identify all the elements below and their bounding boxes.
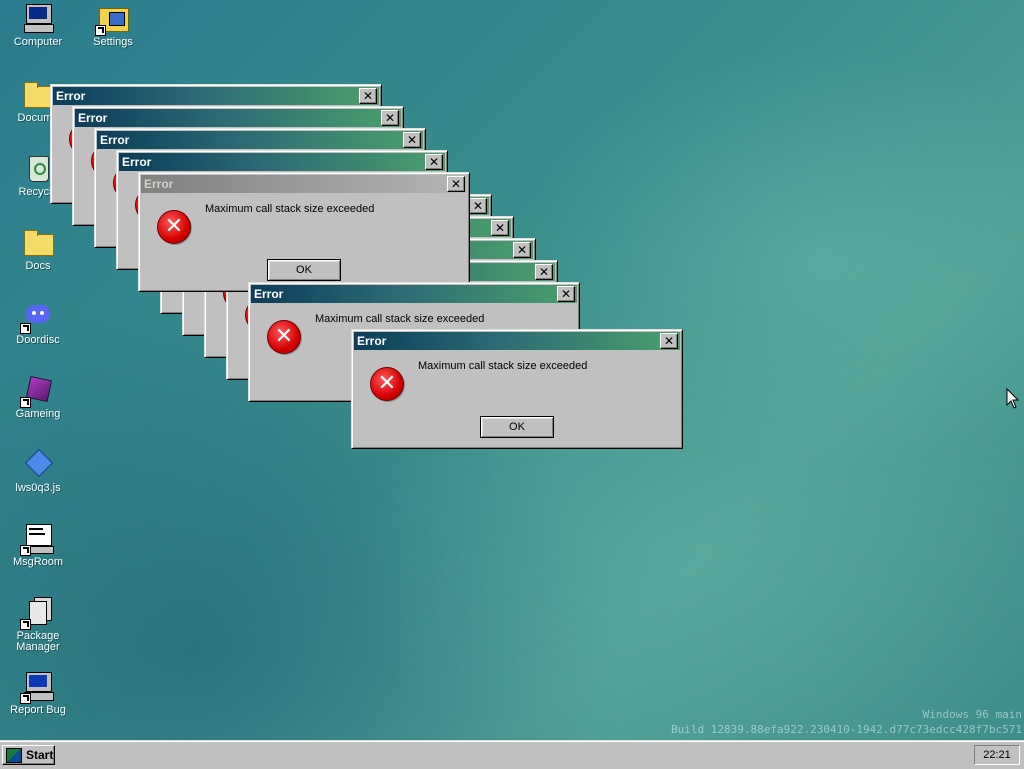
close-button[interactable]: ✕ [359, 88, 377, 104]
close-button[interactable]: ✕ [425, 154, 443, 170]
desktop-icon-label: Docs [25, 260, 51, 272]
dialog-titlebar[interactable]: Error ✕ [53, 87, 379, 105]
start-label: Start [26, 748, 54, 762]
close-button[interactable]: ✕ [403, 132, 421, 148]
error-dialog[interactable]: Error ✕ ✕ Maximum call stack size exceed… [351, 329, 683, 449]
error-message: Maximum call stack size exceeded [315, 313, 485, 325]
error-dialog[interactable]: Error ✕ ✕ Maximum call stack size exceed… [138, 172, 470, 292]
dialog-body: ✕ Maximum call stack size exceeded OK [354, 350, 680, 446]
dialog-titlebar[interactable]: Error ✕ [251, 285, 577, 303]
error-message: Maximum call stack size exceeded [205, 203, 375, 215]
close-button[interactable]: ✕ [557, 286, 575, 302]
start-button[interactable]: Start [2, 745, 55, 765]
desktop-icon-label: Computer [13, 36, 63, 48]
watermark-build: Build 12839.88efa922.230410-1942.d77c73e… [671, 723, 1022, 736]
dialog-body: ✕ Maximum call stack size exceeded OK [141, 193, 467, 289]
folder-icon [22, 226, 54, 258]
error-message: Maximum call stack size exceeded [418, 360, 588, 372]
error-icon: ✕ [267, 320, 301, 354]
close-icon: ✕ [450, 177, 462, 191]
close-button[interactable]: ✕ [660, 333, 678, 349]
chat-app-icon [20, 300, 54, 334]
desktop-icon-label: Report Bug [10, 704, 66, 716]
close-icon: ✕ [362, 89, 374, 103]
ok-button[interactable]: OK [267, 259, 341, 281]
desktop-icon-report-bug[interactable]: Report Bug [2, 670, 74, 716]
desktop-icon-label: Settings [93, 36, 133, 48]
dialog-title: Error [56, 89, 86, 103]
dialog-title: Error [122, 155, 152, 169]
close-icon: ✕ [538, 265, 550, 279]
close-icon: ✕ [384, 111, 396, 125]
close-button[interactable]: ✕ [535, 264, 553, 280]
dialog-titlebar[interactable]: Error ✕ [97, 131, 423, 149]
close-icon: ✕ [472, 199, 484, 213]
message-computer-icon [20, 522, 54, 556]
desktop-icon-label: Doordisc [16, 334, 60, 346]
desktop-icon-label: MsgRoom [12, 556, 64, 568]
desktop-icon-docs[interactable]: Docs [2, 226, 74, 272]
error-icon: ✕ [157, 210, 191, 244]
close-icon: ✕ [560, 287, 572, 301]
computer-icon [22, 2, 54, 34]
close-icon: ✕ [406, 133, 418, 147]
dialog-titlebar[interactable]: Error ✕ [119, 153, 445, 171]
desktop-icon-doordisc[interactable]: Doordisc [2, 300, 74, 346]
dialog-titlebar[interactable]: Error ✕ [75, 109, 401, 127]
dialog-title: Error [254, 287, 284, 301]
dialog-title: Error [78, 111, 108, 125]
package-icon [20, 596, 54, 630]
close-button[interactable]: ✕ [513, 242, 531, 258]
close-button[interactable]: ✕ [469, 198, 487, 214]
system-clock: 22:21 [974, 745, 1020, 765]
watermark-os-name: Windows 96 main [922, 708, 1022, 721]
close-button[interactable]: ✕ [447, 176, 465, 192]
error-icon: ✕ [370, 367, 404, 401]
desktop-icon-script[interactable]: lws0q3.js [2, 448, 74, 494]
dialog-titlebar[interactable]: Error ✕ [141, 175, 467, 193]
settings-folder-icon [95, 2, 129, 36]
desktop-icon-settings[interactable]: Settings [77, 2, 149, 48]
desktop-icon-package-manager[interactable]: Package Manager [2, 596, 74, 653]
close-icon: ✕ [494, 221, 506, 235]
close-icon: ✕ [663, 334, 675, 348]
desktop-icon-computer[interactable]: Computer [2, 2, 74, 48]
cube-icon [20, 374, 54, 408]
close-button[interactable]: ✕ [491, 220, 509, 236]
close-button[interactable]: ✕ [381, 110, 399, 126]
ok-button[interactable]: OK [480, 416, 554, 438]
desktop-icon-label: Package Manager [16, 630, 60, 653]
desktop-icon-label: Gameing [15, 408, 61, 420]
desktop-icon-label: lws0q3.js [15, 482, 61, 494]
mouse-cursor-icon [1006, 387, 1020, 413]
bug-report-computer-icon [20, 670, 54, 704]
diamond-file-icon [22, 448, 54, 480]
close-icon: ✕ [516, 243, 528, 257]
dialog-title: Error [144, 177, 174, 191]
start-logo-icon [6, 747, 22, 763]
build-watermark: Windows 96 main Build 12839.88efa922.230… [671, 707, 1022, 737]
desktop-icon-gameing[interactable]: Gameing [2, 374, 74, 420]
dialog-titlebar[interactable]: Error ✕ [354, 332, 680, 350]
dialog-title: Error [100, 133, 130, 147]
desktop-icon-msgroom[interactable]: MsgRoom [2, 522, 74, 568]
close-icon: ✕ [428, 155, 440, 169]
taskbar: Start 22:21 [0, 740, 1024, 769]
dialog-title: Error [357, 334, 387, 348]
